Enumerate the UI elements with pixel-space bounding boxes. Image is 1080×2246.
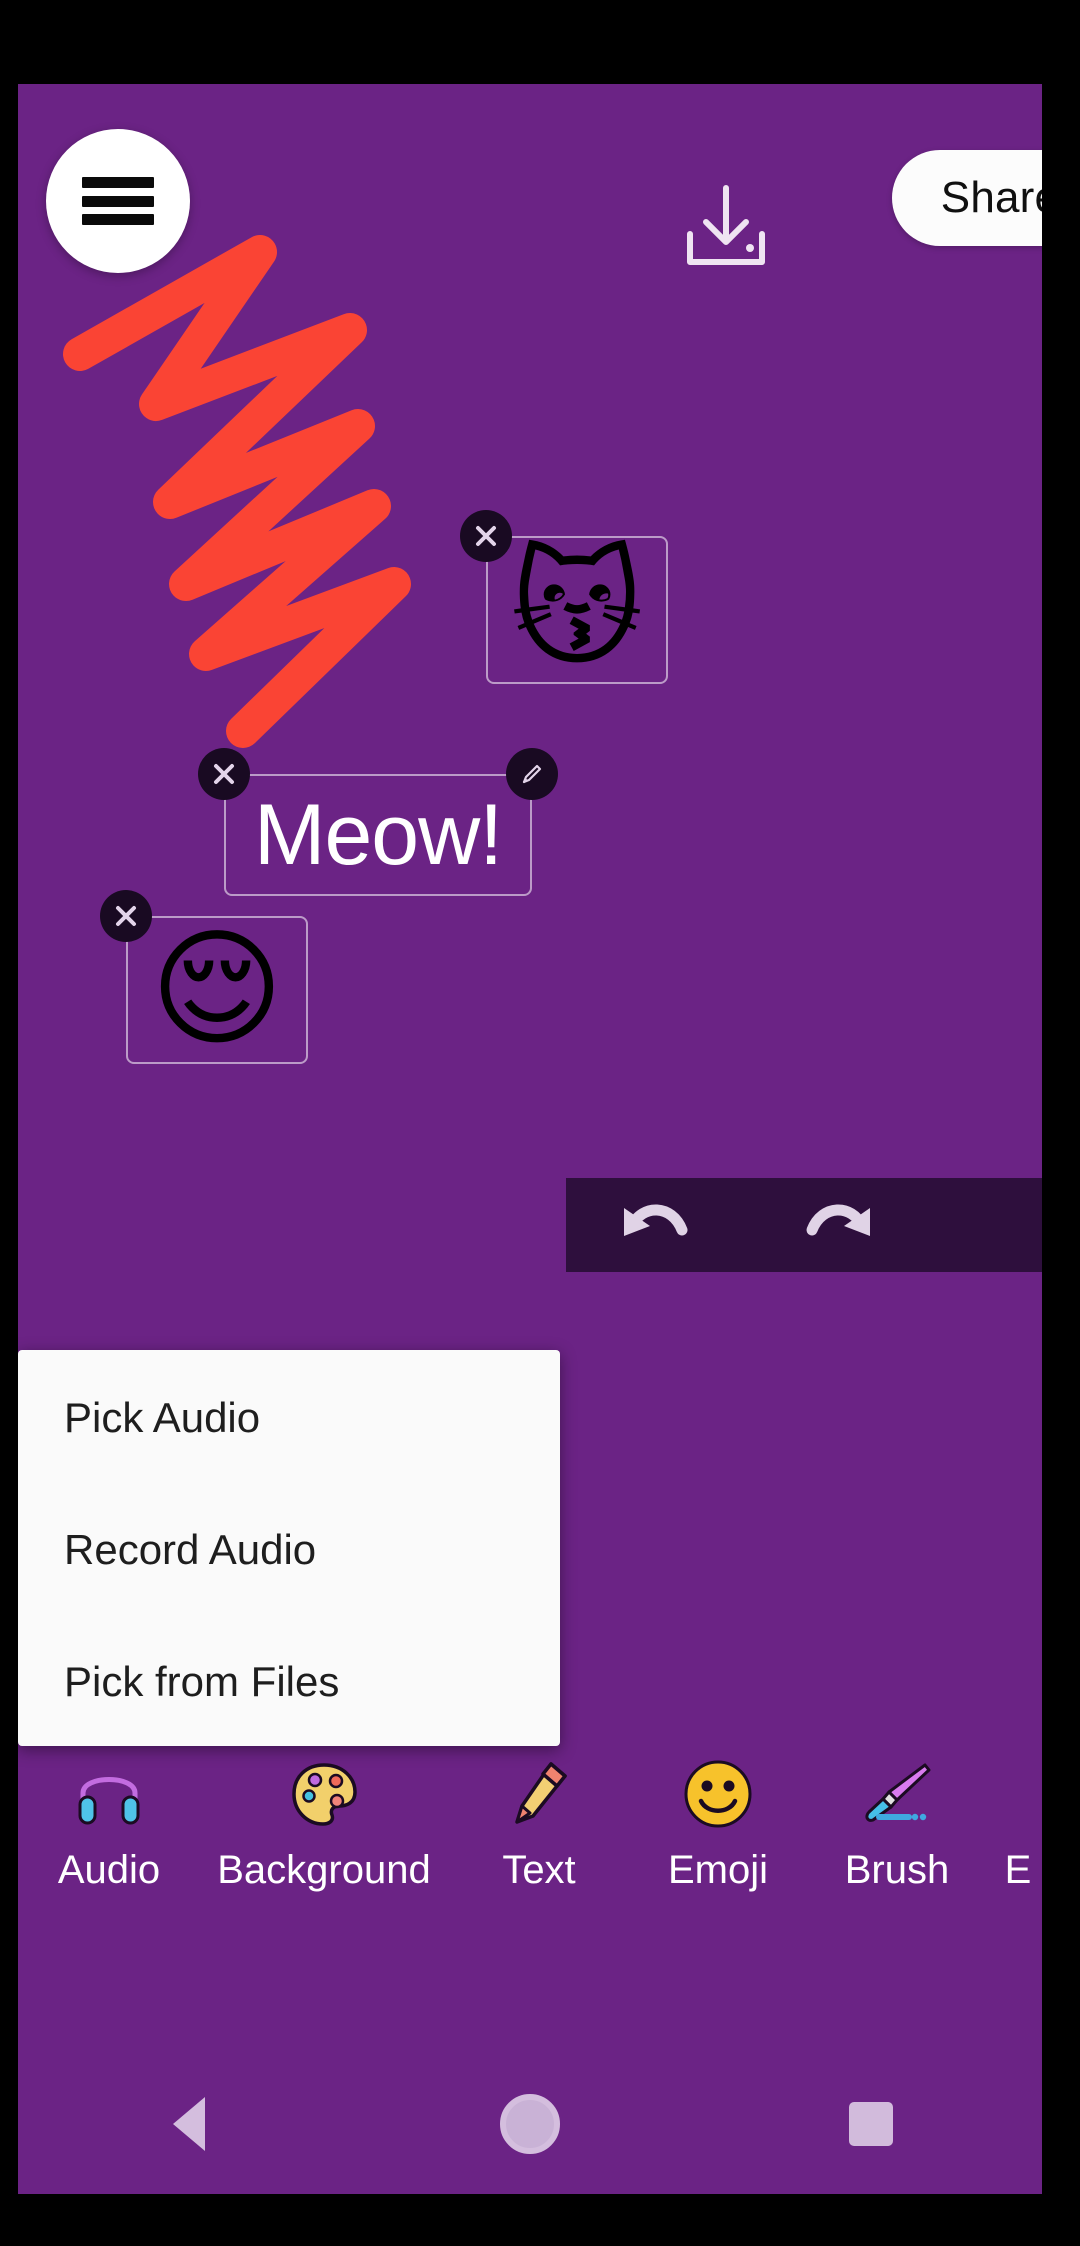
canvas-object-relieved-emoji[interactable]: 😌 bbox=[100, 890, 308, 1064]
toolbar-item-label: Background bbox=[217, 1848, 431, 1892]
delete-handle-text[interactable] bbox=[198, 748, 250, 800]
back-triangle-icon bbox=[172, 2097, 205, 2151]
canvas-object-text[interactable]: Meow! bbox=[198, 748, 558, 896]
popup-item-label: Pick Audio bbox=[64, 1394, 261, 1441]
hamburger-menu-icon bbox=[82, 177, 154, 225]
app-canvas: Share 😽 Meow! bbox=[18, 84, 1042, 2194]
history-panel bbox=[566, 1178, 1042, 1272]
nav-back-button[interactable] bbox=[129, 2064, 249, 2184]
toolbar-item-label: Audio bbox=[57, 1848, 161, 1892]
kissing-cat-face-emoji: 😽 bbox=[510, 535, 644, 684]
delete-handle-cat[interactable] bbox=[460, 510, 512, 562]
palette-icon bbox=[289, 1754, 359, 1834]
toolbar-item-brush[interactable]: Brush bbox=[806, 1744, 988, 1893]
undo-button[interactable] bbox=[598, 1178, 708, 1272]
toolbar-item-emoji[interactable]: Emoji bbox=[630, 1744, 806, 1893]
home-circle-icon bbox=[499, 2094, 560, 2154]
recents-square-icon bbox=[849, 2102, 894, 2146]
audio-options-popup: Pick Audio Record Audio Pick from Files bbox=[18, 1350, 560, 1746]
nav-recents-button[interactable] bbox=[811, 2064, 931, 2184]
toolbar-item-text[interactable]: Text bbox=[448, 1744, 630, 1893]
toolbar-item-background[interactable]: Background bbox=[200, 1744, 448, 1893]
popup-item-record-audio[interactable]: Record Audio bbox=[18, 1484, 560, 1616]
device-frame: Share 😽 Meow! bbox=[0, 0, 1080, 2246]
headphones-icon bbox=[75, 1754, 143, 1834]
toolbar-item-label: Emoji bbox=[667, 1848, 769, 1892]
editor-toolbar: Audio Background Text Emoji Brush E bbox=[18, 1744, 1042, 1904]
toolbar-item-label: Brush bbox=[844, 1848, 950, 1892]
toolbar-item-label: E bbox=[1004, 1848, 1032, 1892]
text-element-value: Meow! bbox=[253, 786, 503, 883]
edit-handle-text[interactable] bbox=[506, 748, 558, 800]
toolbar-item-label: Text bbox=[502, 1848, 576, 1892]
popup-item-pick-from-files[interactable]: Pick from Files bbox=[18, 1616, 560, 1748]
smiley-icon bbox=[683, 1754, 753, 1834]
android-nav-bar bbox=[18, 2054, 1042, 2194]
menu-button[interactable] bbox=[46, 129, 190, 273]
paintbrush-icon bbox=[861, 1754, 933, 1834]
redo-button[interactable] bbox=[786, 1178, 896, 1272]
popup-item-pick-audio[interactable]: Pick Audio bbox=[18, 1352, 560, 1484]
nav-home-button[interactable] bbox=[470, 2064, 590, 2184]
canvas-object-cat-emoji[interactable]: 😽 bbox=[460, 510, 668, 684]
delete-handle-emoji2[interactable] bbox=[100, 890, 152, 942]
toolbar-item-overflow[interactable]: E bbox=[988, 1744, 1042, 1893]
pencil-icon bbox=[509, 1754, 569, 1834]
top-bar: Share bbox=[18, 84, 1042, 273]
red-scribble-drawing bbox=[63, 235, 411, 748]
share-button-label: Share bbox=[940, 173, 1042, 222]
share-button[interactable]: Share bbox=[892, 150, 1042, 246]
relieved-face-emoji: 😌 bbox=[150, 915, 284, 1064]
save-download-icon[interactable] bbox=[678, 184, 774, 268]
popup-item-label: Pick from Files bbox=[64, 1658, 340, 1705]
toolbar-item-audio[interactable]: Audio bbox=[18, 1744, 200, 1893]
popup-item-label: Record Audio bbox=[64, 1526, 317, 1573]
